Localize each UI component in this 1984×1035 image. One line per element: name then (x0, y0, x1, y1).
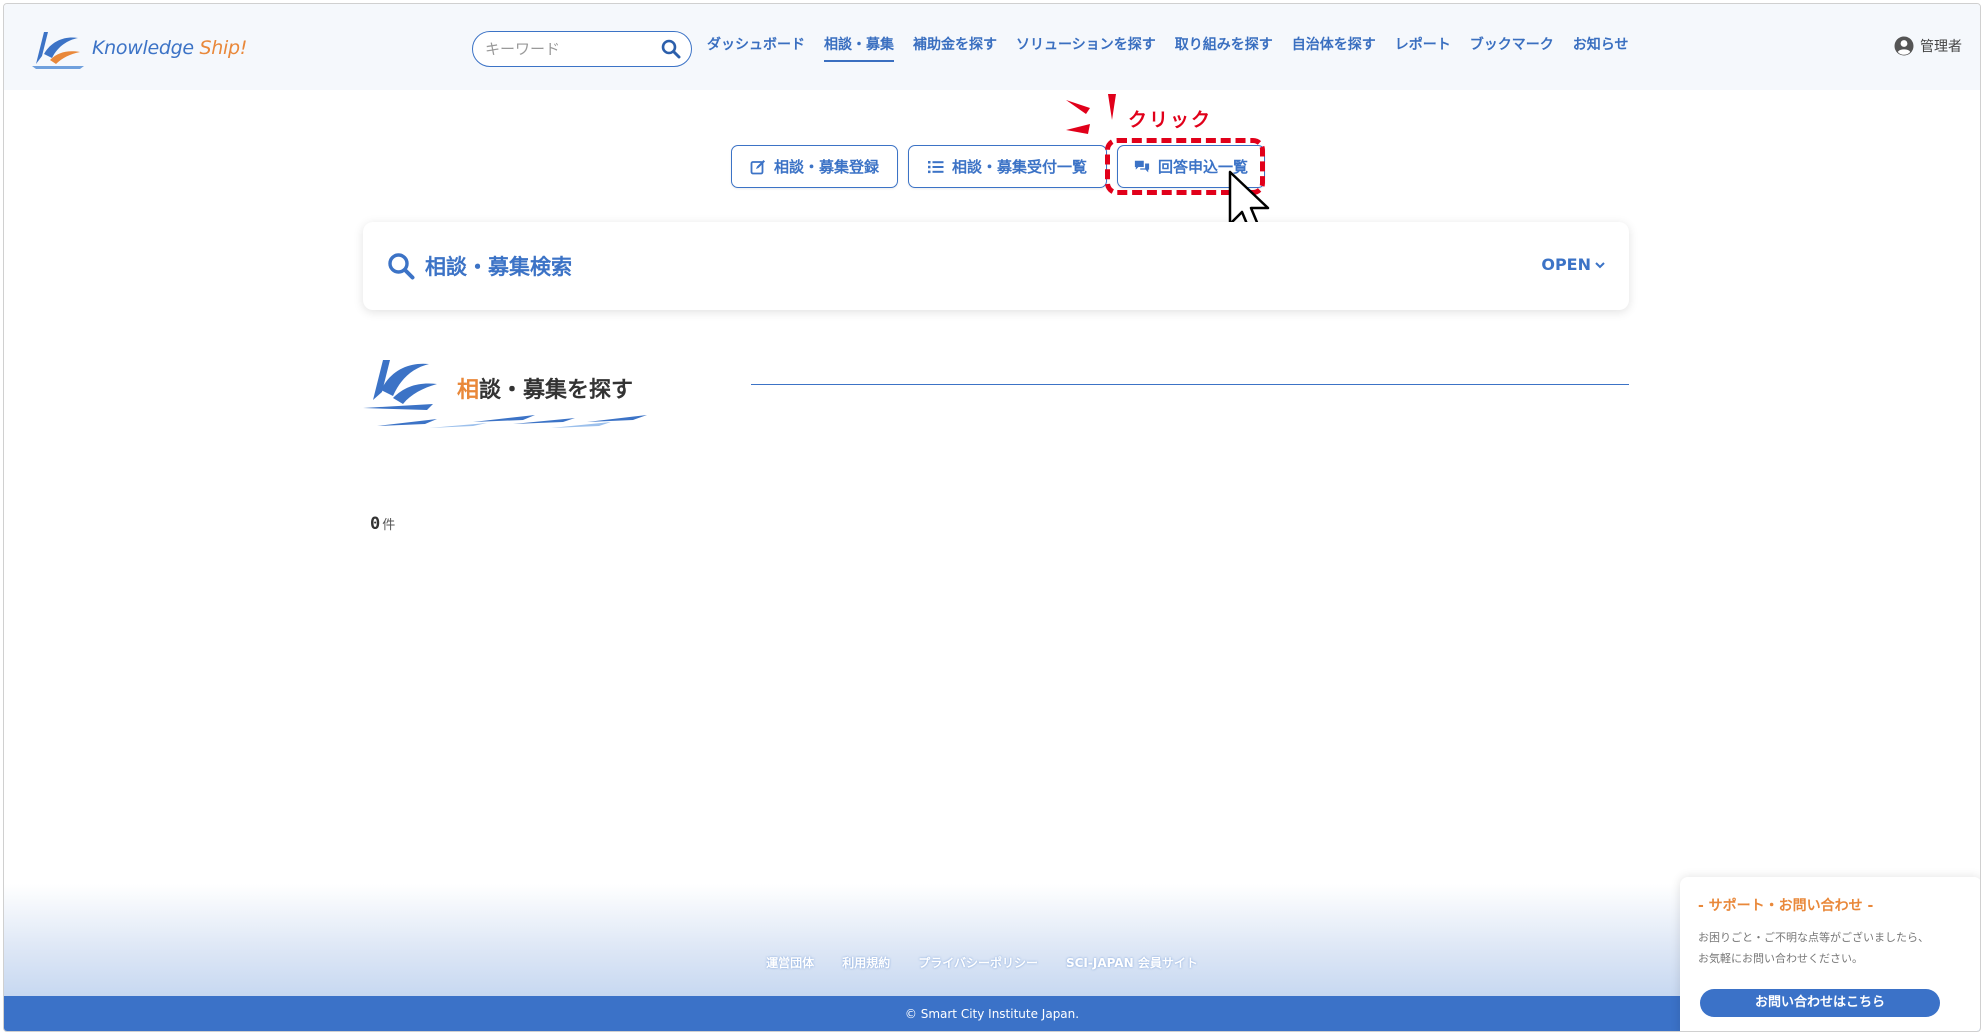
logo-text: Knowledge Ship! (92, 37, 247, 59)
nav-bookmarks[interactable]: ブックマーク (1470, 34, 1554, 62)
keyword-search-input[interactable] (485, 40, 645, 58)
result-count-number: 0 (370, 514, 381, 534)
received-list-button[interactable]: 相談・募集受付一覧 (908, 145, 1107, 188)
search-panel-toggle-label: OPEN (1541, 255, 1591, 274)
support-card: - サポート・お問い合わせ - お困りごと・ご不明な点等がございましたら、 お気… (1680, 877, 1980, 1031)
nav-initiatives[interactable]: 取り組みを探す (1175, 34, 1273, 62)
section-divider (751, 384, 1629, 385)
search-panel-toggle[interactable]: OPEN (1541, 255, 1605, 274)
site-header: Knowledge Ship! ダッシュボード 相談・募集 補助金を探す ソリュ… (4, 4, 1980, 90)
copyright-text: © Smart City Institute Japan. (904, 1007, 1080, 1021)
section-title-rest: 談・募集を探す (479, 378, 634, 403)
support-text-line2: お気軽にお問い合わせください。 (1698, 952, 1863, 965)
contact-button[interactable]: お問い合わせはこちら (1700, 989, 1940, 1017)
keyword-search (472, 31, 692, 67)
support-title: - サポート・お問い合わせ - (1698, 898, 1874, 914)
support-text-line1: お困りごと・ご不明な点等がございましたら、 (1698, 931, 1929, 944)
browser-frame: Knowledge Ship! ダッシュボード 相談・募集 補助金を探す ソリュ… (3, 3, 1981, 1032)
nav-notices[interactable]: お知らせ (1573, 34, 1629, 62)
nav-subsidies[interactable]: 補助金を探す (913, 34, 997, 62)
main-nav: ダッシュボード 相談・募集 補助金を探す ソリューションを探す 取り組みを探す … (707, 34, 1628, 62)
consultation-search-panel[interactable]: 相談・募集検索 OPEN (363, 222, 1629, 310)
list-icon (927, 160, 944, 173)
register-consultation-label: 相談・募集登録 (773, 158, 879, 176)
user-avatar-icon (1894, 36, 1914, 56)
search-panel-title: 相談・募集検索 (425, 255, 572, 279)
logo-text-prefix: Knowledge (92, 37, 200, 59)
click-annotation-label: クリック (1128, 109, 1213, 131)
register-consultation-button[interactable]: 相談・募集登録 (731, 145, 898, 188)
logo-ship-icon (32, 32, 84, 69)
edit-icon (750, 159, 765, 174)
click-burst-icon (1066, 94, 1116, 134)
nav-solutions[interactable]: ソリューションを探す (1016, 34, 1156, 62)
site-logo[interactable]: Knowledge Ship! (30, 24, 247, 72)
section-title: 相談・募集を探す (457, 372, 633, 404)
footer-link-member-site[interactable]: SCI-JAPAN 会員サイト (1066, 954, 1198, 971)
user-name: 管理者 (1920, 39, 1962, 55)
footer-link-terms[interactable]: 利用規約 (842, 954, 890, 971)
section-title-first-char: 相 (457, 378, 480, 403)
footer-link-organization[interactable]: 運営団体 (766, 954, 814, 971)
result-count: 0件 (370, 514, 395, 534)
support-text: お困りごと・ご不明な点等がございましたら、 お気軽にお問い合わせください。 (1698, 927, 1964, 969)
logo-text-accent: Ship! (199, 37, 248, 59)
user-menu[interactable]: 管理者 (1894, 36, 1962, 56)
nav-consultation[interactable]: 相談・募集 (824, 34, 894, 62)
nav-municipalities[interactable]: 自治体を探す (1292, 34, 1376, 62)
received-list-label: 相談・募集受付一覧 (951, 158, 1087, 176)
chevron-down-icon (1595, 261, 1605, 268)
search-icon (388, 253, 415, 280)
section-heading: 相談・募集を探す (363, 352, 1629, 432)
nav-dashboard[interactable]: ダッシュボード (707, 34, 805, 62)
footer-link-privacy[interactable]: プライバシーポリシー (918, 954, 1038, 971)
result-count-unit: 件 (382, 518, 396, 533)
nav-reports[interactable]: レポート (1395, 34, 1451, 62)
search-icon[interactable] (661, 39, 681, 59)
